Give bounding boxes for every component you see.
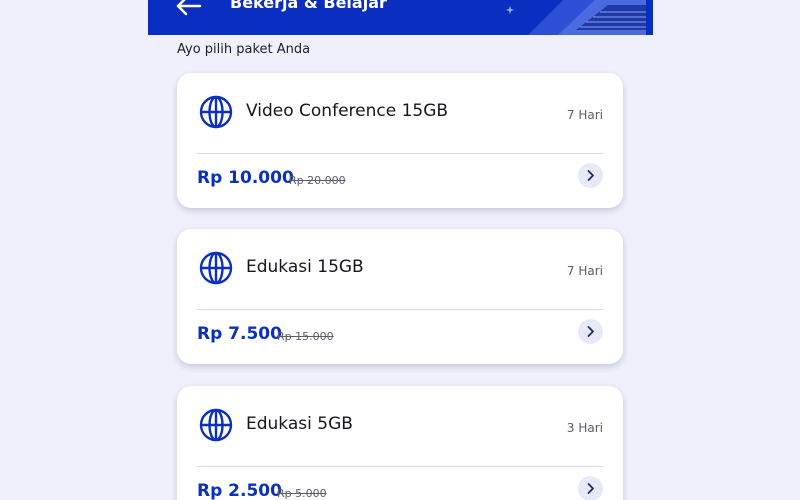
divider — [197, 309, 603, 310]
package-name: Video Conference 15GB — [246, 101, 449, 121]
globe-icon — [199, 95, 233, 129]
select-package-button[interactable] — [578, 163, 603, 188]
package-duration: 3 Hari — [566, 421, 603, 435]
package-card[interactable]: Edukasi 5GB 3 Hari Rp 2.500 Rp 5.000 — [177, 386, 623, 500]
app-screen: Bekerja & Belajar Ayo pilih paket Anda V… — [148, 0, 653, 500]
chevron-right-icon — [587, 326, 594, 337]
divider — [197, 466, 603, 467]
globe-icon — [199, 251, 233, 285]
package-price: Rp 2.500 — [197, 481, 282, 500]
package-duration: 7 Hari — [566, 108, 603, 122]
package-old-price: Rp 5.000 — [277, 487, 327, 500]
select-package-button[interactable] — [578, 319, 603, 344]
divider — [197, 153, 603, 154]
section-label: Ayo pilih paket Anda — [177, 42, 311, 57]
chevron-right-icon — [587, 483, 594, 494]
package-card[interactable]: Video Conference 15GB 7 Hari Rp 10.000 R… — [177, 73, 623, 208]
package-card[interactable]: Edukasi 15GB 7 Hari Rp 7.500 Rp 15.000 — [177, 229, 623, 364]
page-title: Bekerja & Belajar — [230, 0, 387, 12]
package-old-price: Rp 20.000 — [289, 174, 346, 187]
select-package-button[interactable] — [578, 476, 603, 500]
back-button[interactable] — [174, 0, 204, 16]
laptop-illustration — [506, 0, 653, 35]
package-price: Rp 7.500 — [197, 324, 282, 344]
arrow-left-icon — [176, 0, 202, 16]
globe-icon — [199, 408, 233, 442]
header-bar: Bekerja & Belajar — [148, 0, 653, 35]
package-old-price: Rp 15.000 — [277, 330, 334, 343]
package-name: Edukasi 5GB — [246, 414, 353, 434]
package-price: Rp 10.000 — [197, 168, 294, 188]
package-duration: 7 Hari — [566, 264, 603, 278]
package-name: Edukasi 15GB — [246, 257, 364, 277]
chevron-right-icon — [587, 170, 594, 181]
